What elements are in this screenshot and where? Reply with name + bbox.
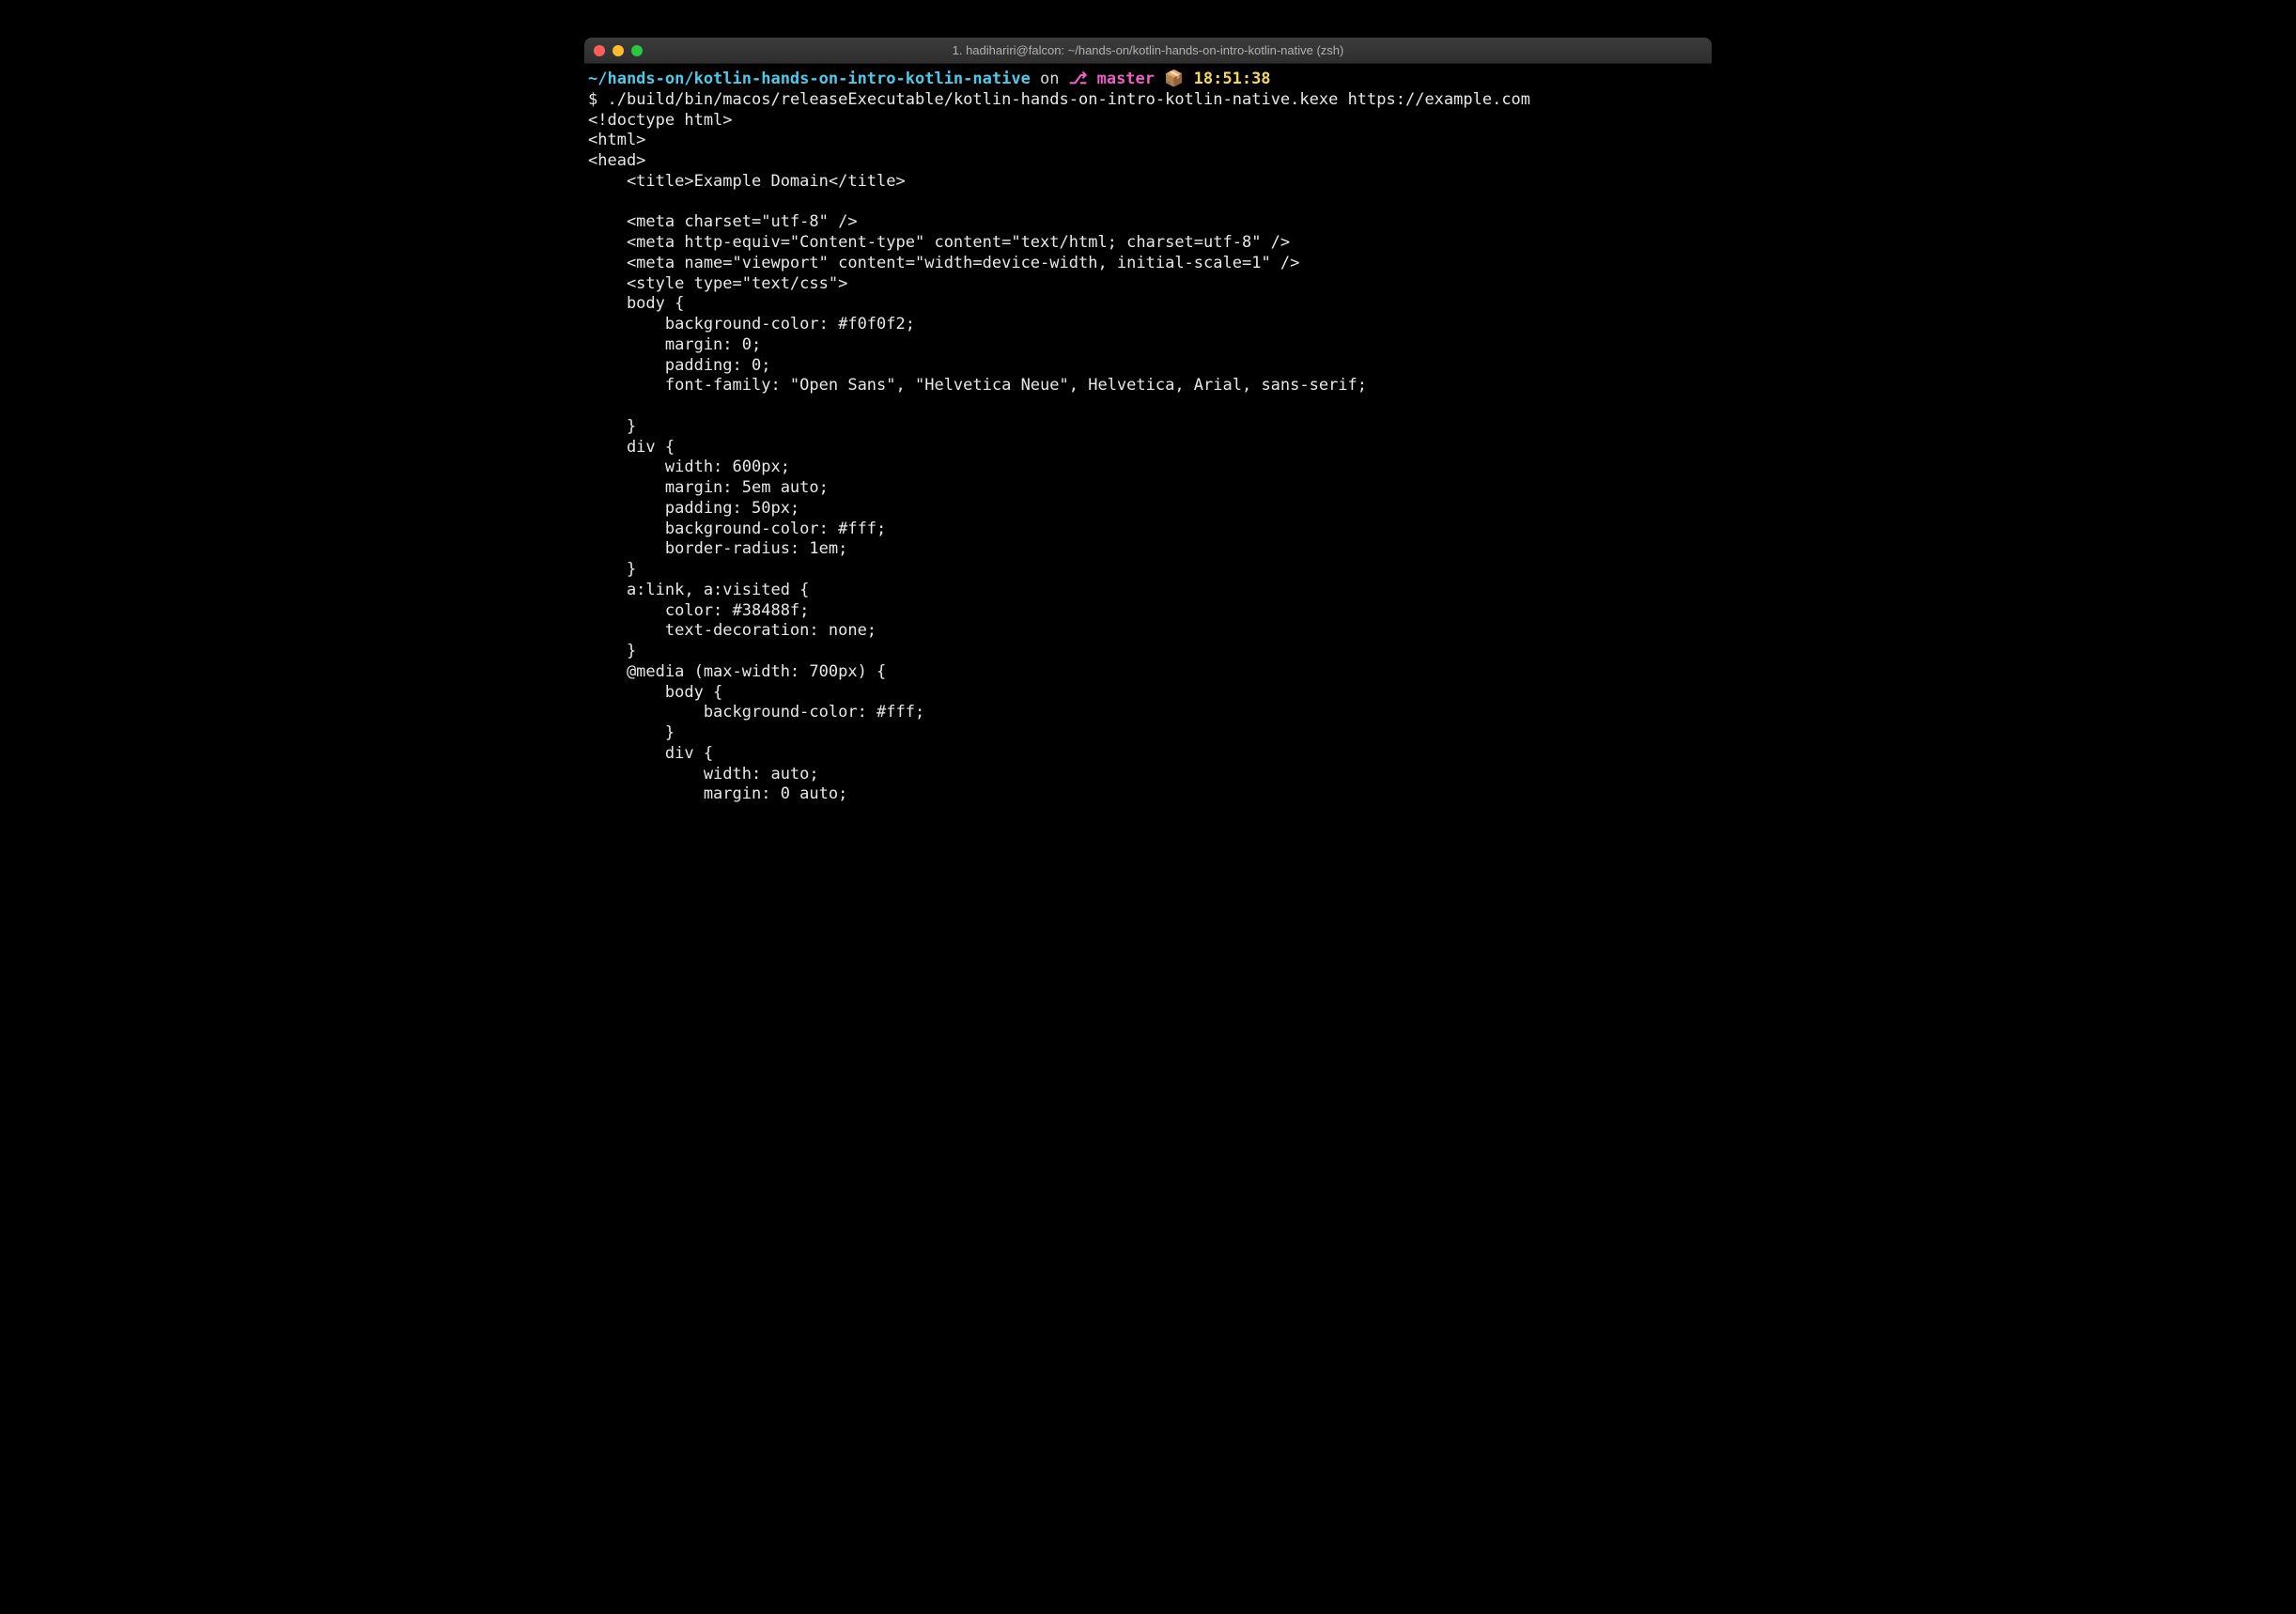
- output-line: padding: 50px;: [588, 499, 1708, 520]
- output-line: }: [588, 723, 1708, 744]
- terminal-body[interactable]: ~/hands-on/kotlin-hands-on-intro-kotlin-…: [584, 64, 1712, 811]
- output-line: }: [588, 560, 1708, 581]
- output-line: <meta http-equiv="Content-type" content=…: [588, 233, 1708, 254]
- output-line: background-color: #fff;: [588, 520, 1708, 540]
- command-line: $ ./build/bin/macos/releaseExecutable/ko…: [588, 90, 1708, 111]
- output-line: <meta name="viewport" content="width=dev…: [588, 254, 1708, 274]
- maximize-icon[interactable]: [631, 45, 643, 56]
- output-line: body {: [588, 683, 1708, 704]
- command-output: <!doctype html><html><head> <title>Examp…: [588, 111, 1708, 806]
- output-line: <title>Example Domain</title>: [588, 172, 1708, 193]
- close-icon[interactable]: [594, 45, 605, 56]
- traffic-lights: [594, 45, 643, 56]
- output-line: color: #38488f;: [588, 601, 1708, 622]
- package-icon: 📦: [1155, 70, 1194, 88]
- output-line: @media (max-width: 700px) {: [588, 662, 1708, 683]
- output-line: }: [588, 417, 1708, 438]
- output-line: border-radius: 1em;: [588, 539, 1708, 560]
- output-line: <head>: [588, 151, 1708, 172]
- output-line: [588, 193, 1708, 213]
- output-line: }: [588, 642, 1708, 662]
- output-line: div {: [588, 744, 1708, 765]
- prompt-on: on: [1031, 70, 1069, 88]
- output-line: <meta charset="utf-8" />: [588, 212, 1708, 233]
- output-line: body {: [588, 294, 1708, 315]
- terminal-window: 1. hadihariri@falcon: ~/hands-on/kotlin-…: [584, 38, 1712, 811]
- minimize-icon[interactable]: [613, 45, 624, 56]
- output-line: a:link, a:visited {: [588, 581, 1708, 601]
- output-line: div {: [588, 438, 1708, 458]
- titlebar: 1. hadihariri@falcon: ~/hands-on/kotlin-…: [584, 38, 1712, 64]
- output-line: background-color: #f0f0f2;: [588, 315, 1708, 335]
- output-line: <html>: [588, 131, 1708, 151]
- prompt-time: 18:51:38: [1194, 70, 1271, 88]
- git-branch-icon: ⎇: [1069, 70, 1088, 88]
- output-line: background-color: #fff;: [588, 703, 1708, 723]
- output-line: width: auto;: [588, 765, 1708, 785]
- output-line: padding: 0;: [588, 356, 1708, 377]
- git-branch: master: [1087, 70, 1155, 88]
- shell-prompt: ~/hands-on/kotlin-hands-on-intro-kotlin-…: [588, 70, 1708, 90]
- output-line: <!doctype html>: [588, 111, 1708, 132]
- output-line: margin: 0;: [588, 335, 1708, 356]
- output-line: [588, 396, 1708, 417]
- window-title: 1. hadihariri@falcon: ~/hands-on/kotlin-…: [594, 43, 1702, 57]
- output-line: font-family: "Open Sans", "Helvetica Neu…: [588, 376, 1708, 396]
- output-line: width: 600px;: [588, 458, 1708, 478]
- dollar-prompt: $: [588, 90, 607, 109]
- output-line: text-decoration: none;: [588, 621, 1708, 642]
- output-line: margin: 0 auto;: [588, 784, 1708, 805]
- output-line: <style type="text/css">: [588, 274, 1708, 295]
- prompt-path: ~/hands-on/kotlin-hands-on-intro-kotlin-…: [588, 70, 1031, 88]
- command-text: ./build/bin/macos/releaseExecutable/kotl…: [607, 90, 1530, 109]
- output-line: margin: 5em auto;: [588, 478, 1708, 499]
